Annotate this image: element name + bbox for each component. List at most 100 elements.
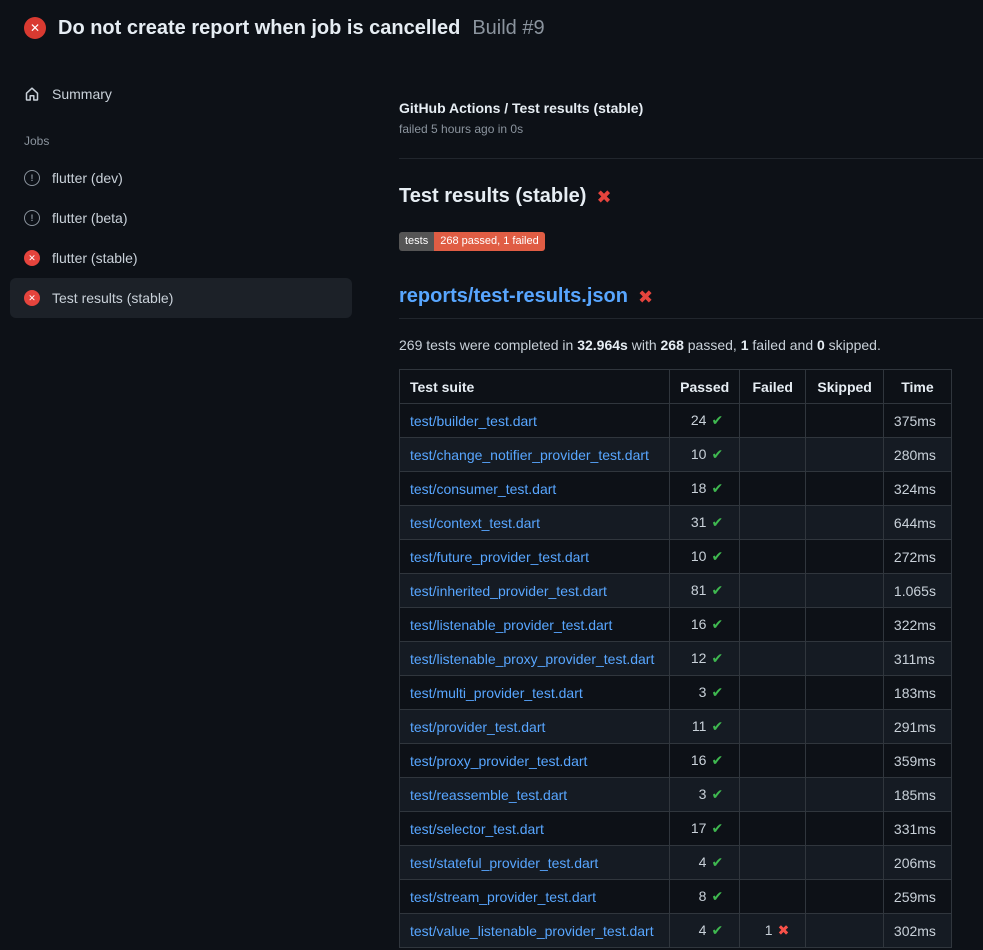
table-row: test/reassemble_test.dart 3✔ 185ms — [400, 778, 952, 812]
col-header-test-suite: Test suite — [400, 370, 670, 404]
check-icon: ✔ — [711, 514, 723, 530]
sidebar-job-item[interactable]: ✕ Test results (stable) — [10, 278, 352, 318]
check-icon: ✔ — [711, 854, 723, 870]
suite-link[interactable]: test/stream_provider_test.dart — [410, 889, 596, 905]
x-circle-icon: ✕ — [24, 290, 40, 306]
passed-value: 8 — [699, 888, 707, 904]
table-row: test/multi_provider_test.dart 3✔ 183ms — [400, 676, 952, 710]
summary-passed-count: 268 — [661, 337, 684, 353]
time-value: 322ms — [894, 617, 936, 633]
passed-value: 10 — [691, 446, 707, 462]
badge-label: tests — [399, 232, 434, 251]
report-file-link[interactable]: reports/test-results.json — [399, 285, 628, 308]
table-row: test/inherited_provider_test.dart 81✔ 1.… — [400, 574, 952, 608]
table-row: test/listenable_provider_test.dart 16✔ 3… — [400, 608, 952, 642]
passed-value: 24 — [691, 412, 707, 428]
check-icon: ✔ — [711, 684, 723, 700]
check-icon: ✔ — [711, 752, 723, 768]
divider — [399, 158, 983, 159]
passed-value: 4 — [699, 854, 707, 870]
suite-link[interactable]: test/listenable_proxy_provider_test.dart — [410, 651, 654, 667]
job-label: flutter (dev) — [52, 170, 123, 186]
passed-value: 16 — [691, 616, 707, 632]
table-row: test/change_notifier_provider_test.dart … — [400, 438, 952, 472]
time-value: 359ms — [894, 753, 936, 769]
time-value: 302ms — [894, 923, 936, 939]
passed-value: 10 — [691, 548, 707, 564]
job-label: flutter (stable) — [52, 250, 138, 266]
failed-value: 1 — [765, 922, 773, 938]
red-x-icon: ✖ — [596, 188, 611, 206]
passed-value: 16 — [691, 752, 707, 768]
build-title: Do not create report when job is cancell… — [58, 17, 460, 40]
time-value: 644ms — [894, 515, 936, 531]
table-row: test/stream_provider_test.dart 8✔ 259ms — [400, 880, 952, 914]
suite-link[interactable]: test/proxy_provider_test.dart — [410, 753, 587, 769]
passed-value: 3 — [699, 786, 707, 802]
suite-link[interactable]: test/listenable_provider_test.dart — [410, 617, 612, 633]
table-row: test/future_provider_test.dart 10✔ 272ms — [400, 540, 952, 574]
table-row: test/selector_test.dart 17✔ 331ms — [400, 812, 952, 846]
check-icon: ✔ — [711, 582, 723, 598]
tests-badge: tests 268 passed, 1 failed — [399, 232, 545, 251]
passed-value: 4 — [699, 922, 707, 938]
check-icon: ✔ — [711, 888, 723, 904]
suite-link[interactable]: test/reassemble_test.dart — [410, 787, 567, 803]
sidebar: Summary Jobs ! flutter (dev) ! flutter (… — [0, 56, 366, 318]
sidebar-job-item[interactable]: ✕ flutter (stable) — [10, 238, 352, 278]
results-table-body: test/builder_test.dart 24✔ 375ms test/ch… — [400, 404, 952, 948]
check-icon: ✔ — [711, 616, 723, 632]
home-icon — [24, 86, 40, 102]
suite-link[interactable]: test/stateful_provider_test.dart — [410, 855, 598, 871]
time-value: 206ms — [894, 855, 936, 871]
col-header-failed: Failed — [740, 370, 806, 404]
section-title: Test results (stable) ✖ — [399, 185, 983, 208]
report-heading: reports/test-results.json ✖ — [399, 285, 983, 319]
time-value: 324ms — [894, 481, 936, 497]
main-content: GitHub Actions / Test results (stable) f… — [366, 56, 983, 948]
time-value: 183ms — [894, 685, 936, 701]
check-icon: ✔ — [711, 820, 723, 836]
time-value: 311ms — [894, 651, 935, 667]
suite-link[interactable]: test/inherited_provider_test.dart — [410, 583, 607, 599]
suite-link[interactable]: test/selector_test.dart — [410, 821, 544, 837]
suite-link[interactable]: test/context_test.dart — [410, 515, 540, 531]
page-layout: Summary Jobs ! flutter (dev) ! flutter (… — [0, 56, 983, 948]
jobs-list: ! flutter (dev) ! flutter (beta) ✕ flutt… — [10, 158, 352, 318]
sidebar-summary-label: Summary — [52, 86, 112, 102]
x-icon: ✖ — [778, 922, 790, 938]
status-line: failed 5 hours ago in 0s — [399, 122, 983, 136]
suite-link[interactable]: test/change_notifier_provider_test.dart — [410, 447, 649, 463]
suite-link[interactable]: test/consumer_test.dart — [410, 481, 556, 497]
sidebar-job-item[interactable]: ! flutter (beta) — [10, 198, 352, 238]
suite-link[interactable]: test/future_provider_test.dart — [410, 549, 589, 565]
table-row: test/value_listenable_provider_test.dart… — [400, 914, 952, 948]
time-value: 185ms — [894, 787, 936, 803]
suite-link[interactable]: test/multi_provider_test.dart — [410, 685, 583, 701]
table-header-row: Test suite Passed Failed Skipped Time — [400, 370, 952, 404]
col-header-skipped: Skipped — [806, 370, 884, 404]
sidebar-item-summary[interactable]: Summary — [10, 74, 352, 114]
check-icon: ✔ — [711, 650, 723, 666]
results-table: Test suite Passed Failed Skipped Time te… — [399, 369, 952, 948]
x-circle-icon: ✕ — [24, 17, 46, 39]
time-value: 375ms — [894, 413, 936, 429]
table-row: test/provider_test.dart 11✔ 291ms — [400, 710, 952, 744]
x-circle-icon: ✕ — [24, 250, 40, 266]
summary-text: skipped. — [825, 337, 881, 353]
suite-link[interactable]: test/builder_test.dart — [410, 413, 537, 429]
job-label: flutter (beta) — [52, 210, 127, 226]
table-row: test/context_test.dart 31✔ 644ms — [400, 506, 952, 540]
passed-value: 17 — [691, 820, 707, 836]
sidebar-job-item[interactable]: ! flutter (dev) — [10, 158, 352, 198]
passed-value: 11 — [692, 718, 707, 734]
check-icon: ✔ — [711, 412, 723, 428]
passed-value: 3 — [699, 684, 707, 700]
suite-link[interactable]: test/value_listenable_provider_test.dart — [410, 923, 654, 939]
badge-value: 268 passed, 1 failed — [434, 232, 544, 251]
neutral-circle-icon: ! — [24, 170, 40, 186]
neutral-circle-icon: ! — [24, 210, 40, 226]
summary-text: failed and — [749, 337, 818, 353]
suite-link[interactable]: test/provider_test.dart — [410, 719, 545, 735]
time-value: 272ms — [894, 549, 936, 565]
